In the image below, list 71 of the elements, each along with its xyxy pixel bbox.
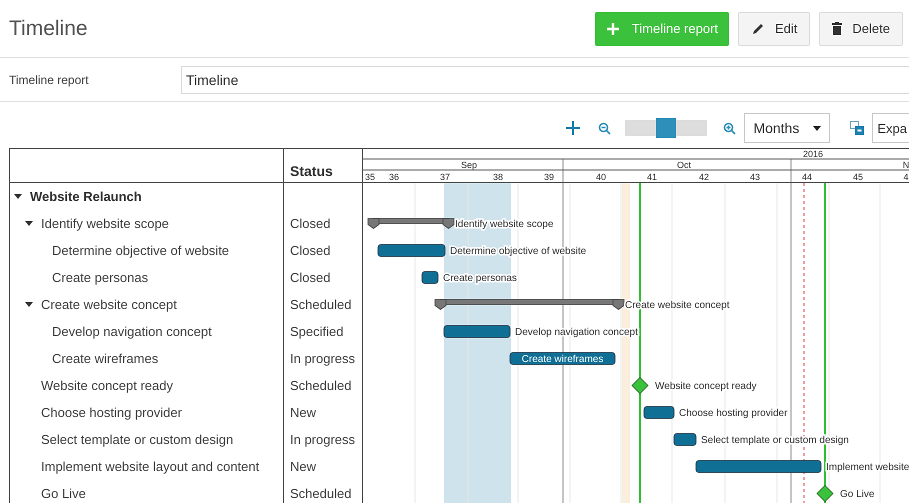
task-name[interactable]: Create website concept xyxy=(41,297,177,312)
page-title: Timeline xyxy=(9,16,88,40)
bar-label: Website concept ready xyxy=(655,381,757,392)
month-label: N xyxy=(902,160,909,170)
zoom-slider[interactable] xyxy=(625,120,708,136)
task-name[interactable]: Determine objective of website xyxy=(52,243,230,258)
week-label: 4 xyxy=(904,172,908,182)
week-label: 44 xyxy=(802,172,812,182)
edit-button[interactable]: Edit xyxy=(738,12,810,46)
status-text: Specified xyxy=(290,324,344,339)
week-label: 40 xyxy=(596,172,606,182)
status-text: In progress xyxy=(290,432,356,447)
milestone-diamond[interactable] xyxy=(631,376,649,394)
week-label: 45 xyxy=(853,172,863,182)
week-label: 37 xyxy=(440,172,450,182)
bar-label: Choose hosting provider xyxy=(679,408,788,419)
pencil-icon xyxy=(751,22,766,36)
zoom-out-icon[interactable] xyxy=(598,122,612,134)
task-name[interactable]: Identify website scope xyxy=(41,216,169,231)
year-label: 2016 xyxy=(802,149,824,159)
week-label: 42 xyxy=(699,172,709,182)
summary-bar[interactable] xyxy=(434,299,624,310)
task-bar[interactable] xyxy=(644,406,674,419)
zoom-in-icon[interactable] xyxy=(723,122,736,134)
caret-icon xyxy=(813,126,822,130)
status-text: Closed xyxy=(290,243,330,258)
status-text: In progress xyxy=(290,351,356,366)
week-label: 43 xyxy=(750,172,760,182)
status-text: Closed xyxy=(290,270,330,285)
status-text: New xyxy=(290,405,316,420)
task-name[interactable]: Select template or custom design xyxy=(41,432,234,447)
trash-icon xyxy=(832,22,842,35)
week-label: 41 xyxy=(647,172,657,182)
task-name[interactable]: Choose hosting provider xyxy=(41,405,182,420)
task-name[interactable]: Implement website layout and content xyxy=(41,459,260,474)
milestone-diamond[interactable] xyxy=(816,484,834,502)
status-text: Scheduled xyxy=(290,378,352,393)
status-text: Scheduled xyxy=(290,297,352,312)
week-label: 39 xyxy=(544,172,554,182)
task-bar[interactable] xyxy=(674,433,696,446)
bar-label: Create personas xyxy=(443,273,517,284)
scale-dropdown[interactable]: Months xyxy=(744,113,830,143)
summary-bar[interactable] xyxy=(368,218,454,229)
task-name[interactable]: Develop navigation concept xyxy=(52,324,212,339)
slider-thumb[interactable] xyxy=(656,118,676,138)
plus-icon xyxy=(606,22,620,36)
column-header: Status xyxy=(290,163,333,179)
bar-label: Identify website scope xyxy=(455,219,554,230)
status-text: Closed xyxy=(290,216,330,231)
task-bar[interactable] xyxy=(422,271,438,284)
expand-button[interactable]: Expa xyxy=(872,113,909,143)
task-bar[interactable]: Create wireframes xyxy=(510,352,616,365)
month-label: Oct xyxy=(677,160,691,170)
expand-icon[interactable] xyxy=(850,121,864,135)
week-label: 35 xyxy=(365,172,375,182)
week-label: 36 xyxy=(389,172,399,182)
field-label: Timeline report xyxy=(9,72,90,86)
add-icon[interactable] xyxy=(566,121,580,135)
month-label: Sep xyxy=(461,160,477,170)
task-name[interactable]: Website concept ready xyxy=(41,378,173,393)
task-name[interactable]: Create personas xyxy=(52,270,148,285)
bar-label: Go Live xyxy=(840,489,874,500)
week-label: 38 xyxy=(493,172,503,182)
task-name[interactable]: Create wireframes xyxy=(52,351,158,366)
task-name[interactable]: Go Live xyxy=(41,486,86,501)
delete-button[interactable]: Delete xyxy=(819,12,903,46)
status-text: New xyxy=(290,459,316,474)
status-text: Scheduled xyxy=(290,486,352,501)
bar-label: Implement website xyxy=(826,462,909,473)
task-name[interactable]: Website Relaunch xyxy=(30,189,142,204)
report-field[interactable]: Timeline xyxy=(181,66,909,94)
